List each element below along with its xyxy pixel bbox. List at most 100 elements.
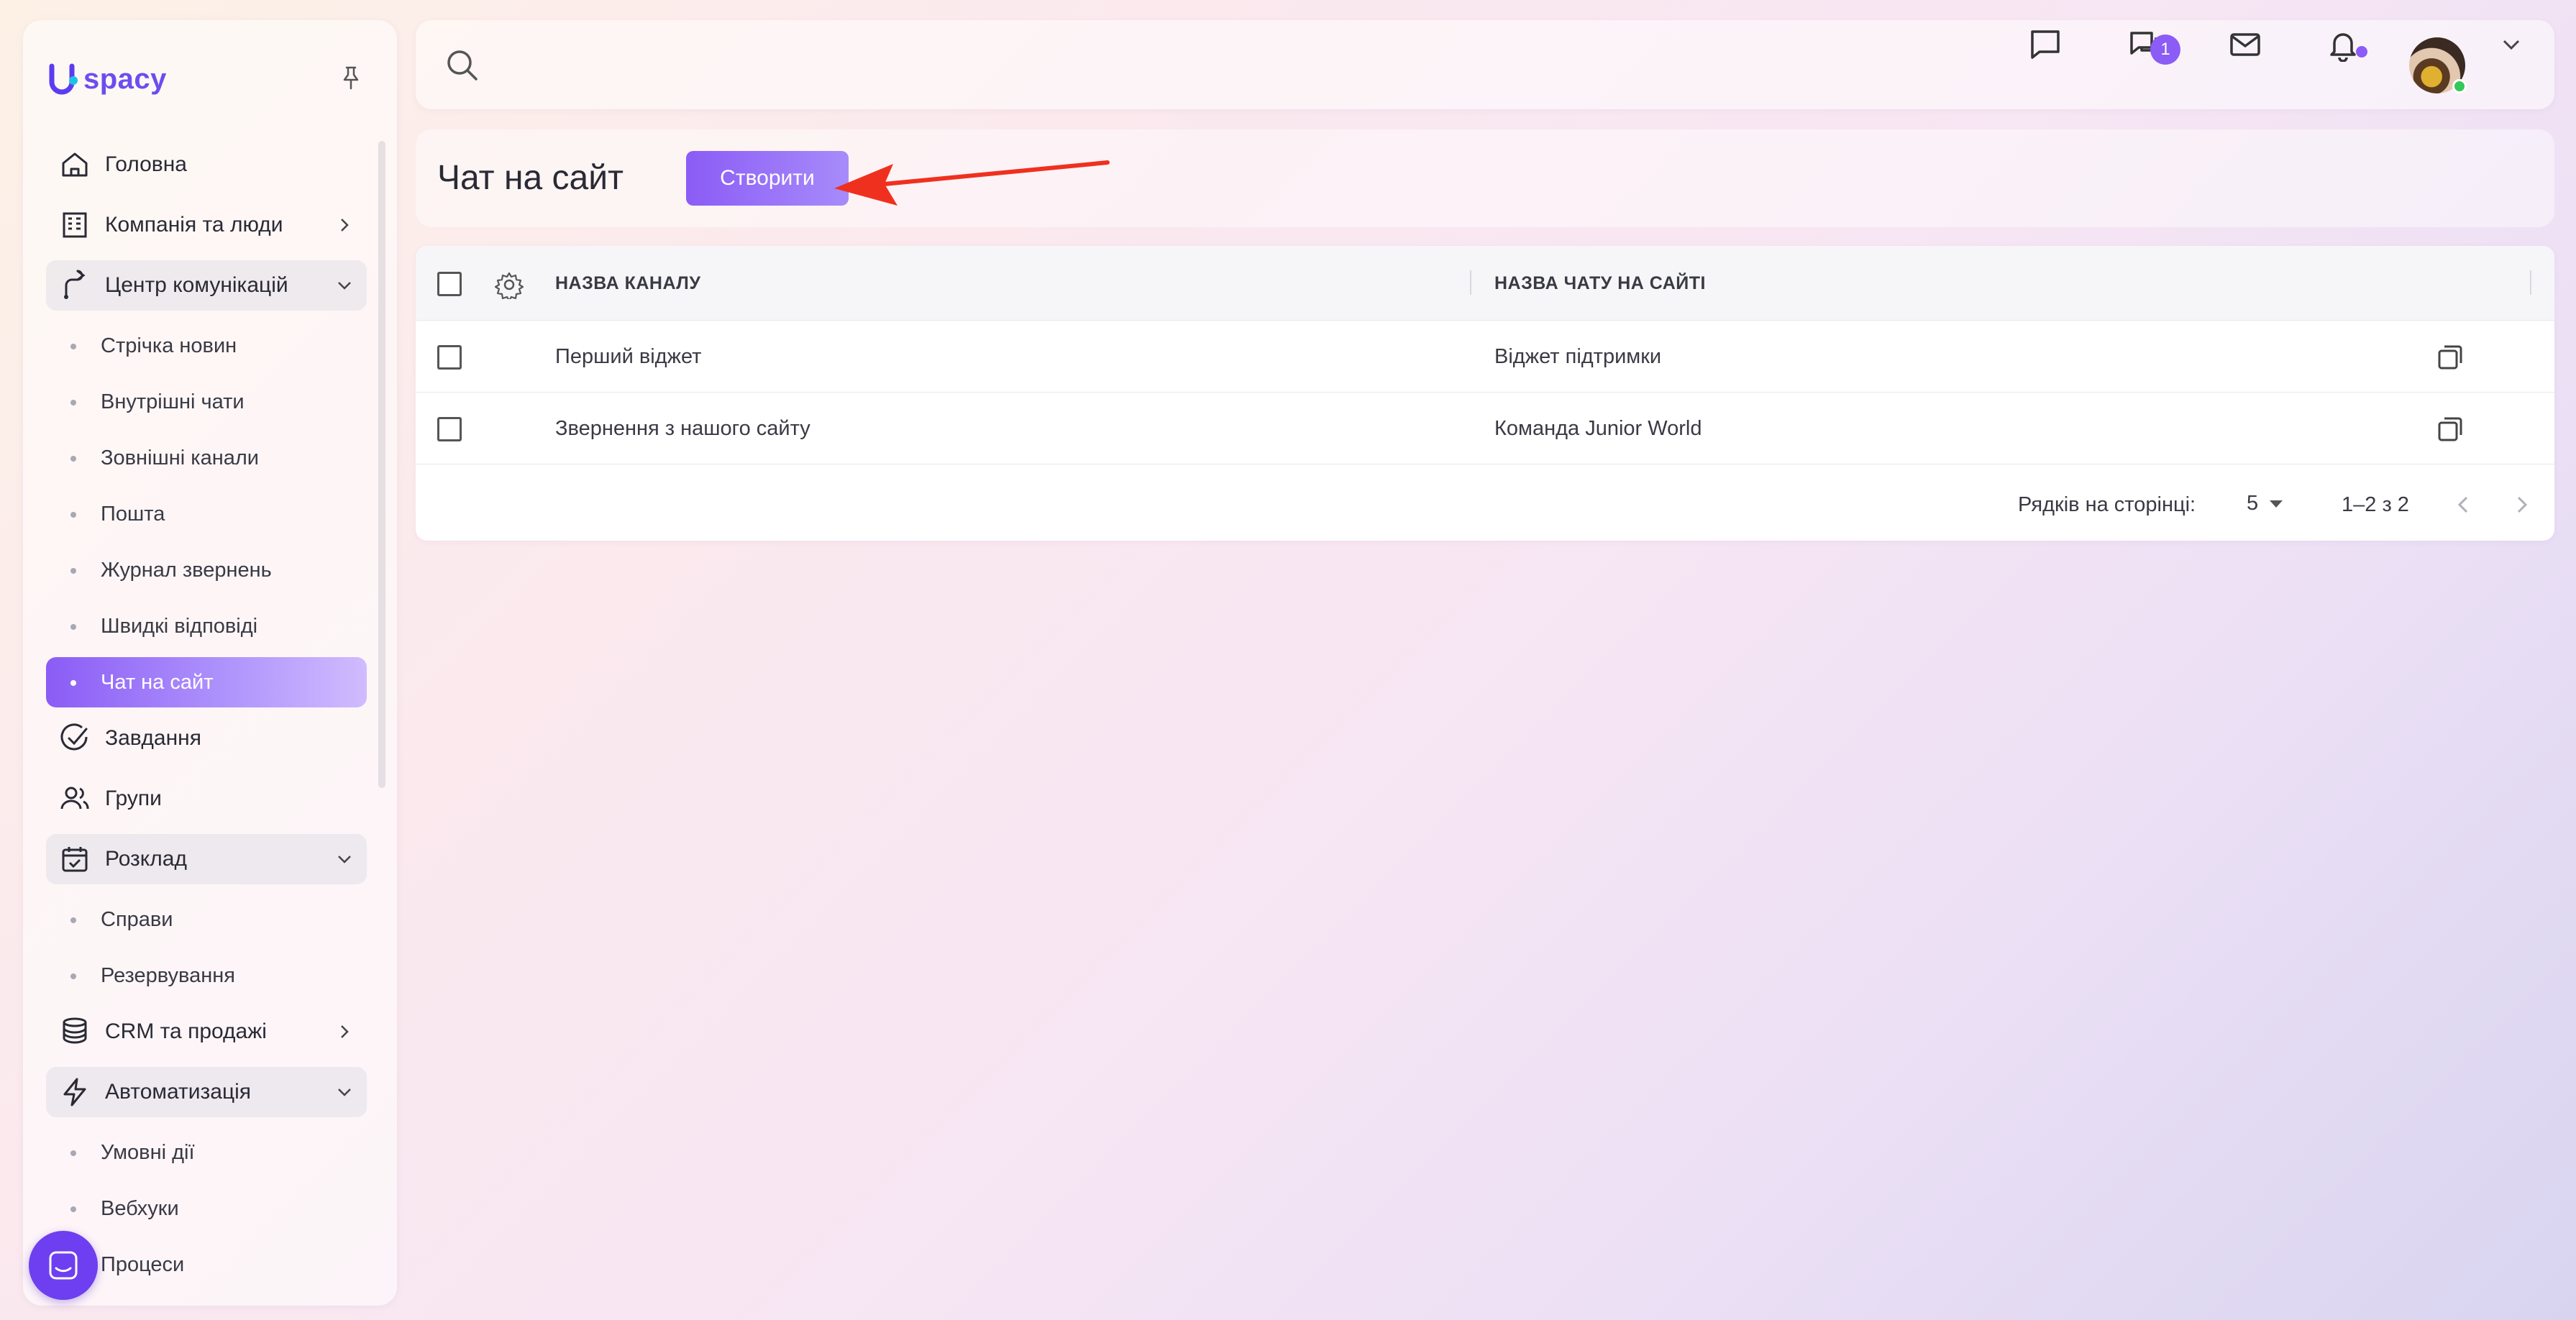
chevron-down-icon[interactable] bbox=[2493, 26, 2530, 63]
sidebar-item-label: Вебхуки bbox=[101, 1196, 179, 1220]
page-header: Чат на сайт Створити bbox=[416, 129, 2554, 227]
logo[interactable]: spacy bbox=[46, 62, 167, 96]
page-title: Чат на сайт bbox=[437, 159, 624, 197]
sidebar-item-label: Журнал звернень bbox=[101, 558, 272, 582]
copy-icon[interactable] bbox=[2435, 342, 2465, 372]
sidebar-nav: Головна Компанія та люди Центр комунікац… bbox=[46, 139, 367, 1296]
chevron-down-icon bbox=[338, 856, 351, 863]
bell-icon[interactable] bbox=[2324, 26, 2362, 63]
pin-icon[interactable] bbox=[337, 63, 365, 92]
logo-icon bbox=[49, 63, 78, 95]
sidebar-item-external-channels[interactable]: Зовнішні канали bbox=[46, 433, 367, 483]
sidebar-item-automation[interactable]: Автоматизація bbox=[46, 1067, 367, 1117]
column-header-channel-name[interactable]: НАЗВА КАНАЛУ bbox=[555, 273, 700, 294]
search-input[interactable] bbox=[495, 42, 1574, 88]
sidebar: spacy Головна Компанія та люди Центр ком… bbox=[23, 20, 397, 1306]
sidebar-item-request-log[interactable]: Журнал звернень bbox=[46, 545, 367, 595]
sidebar-item-label: Чат на сайт bbox=[101, 670, 214, 694]
sidebar-item-label: Внутрішні чати bbox=[101, 390, 245, 413]
chat-icon[interactable] bbox=[2027, 26, 2064, 63]
lightning-icon bbox=[59, 1076, 91, 1108]
sidebar-item-quick-replies[interactable]: Швидкі відповіді bbox=[46, 601, 367, 651]
sidebar-item-mail[interactable]: Пошта bbox=[46, 489, 367, 539]
support-chat-button[interactable] bbox=[29, 1231, 98, 1300]
calendar-check-icon bbox=[59, 843, 91, 875]
rows-per-page-select[interactable]: 5 bbox=[2247, 492, 2284, 515]
sidebar-item-company[interactable]: Компанія та люди bbox=[46, 200, 367, 250]
sidebar-item-label: Розклад bbox=[105, 847, 187, 871]
sidebar-item-label: Головна bbox=[105, 152, 187, 176]
sidebar-item-webhooks[interactable]: Вебхуки bbox=[46, 1183, 367, 1234]
route-icon bbox=[59, 270, 91, 301]
table-row[interactable]: Перший віджет Віджет підтримки bbox=[416, 321, 2554, 393]
sidebar-item-label: Справи bbox=[101, 907, 173, 931]
sidebar-item-label: Резервування bbox=[101, 963, 235, 987]
sidebar-item-label: Умовні дії bbox=[101, 1140, 195, 1164]
sidebar-item-tasks[interactable]: Завдання bbox=[46, 713, 367, 764]
home-icon bbox=[59, 149, 91, 180]
mail-icon[interactable] bbox=[2226, 26, 2264, 63]
app-root: spacy Головна Компанія та люди Центр ком… bbox=[0, 0, 2576, 1320]
row-checkbox[interactable] bbox=[437, 345, 462, 370]
sidebar-item-communications[interactable]: Центр комунікацій bbox=[46, 260, 367, 311]
sidebar-item-home[interactable]: Головна bbox=[46, 139, 367, 190]
channel-name-cell: Перший віджет bbox=[555, 345, 702, 368]
sidebar-item-internal-chats[interactable]: Внутрішні чати bbox=[46, 377, 367, 427]
logo-text: spacy bbox=[83, 63, 167, 95]
sidebar-item-label: Автоматизація bbox=[105, 1080, 252, 1104]
sidebar-item-deals[interactable]: Справи bbox=[46, 894, 367, 945]
gear-icon[interactable] bbox=[495, 270, 524, 299]
table-pagination: Рядків на сторінці: 5 1–2 з 2 bbox=[416, 466, 2554, 541]
rows-per-page-label: Рядків на сторінці: bbox=[2018, 493, 2196, 516]
chevron-right-icon bbox=[341, 219, 349, 232]
copy-icon[interactable] bbox=[2435, 414, 2465, 444]
sidebar-item-label: Завдання bbox=[105, 726, 201, 750]
row-checkbox[interactable] bbox=[437, 417, 462, 441]
annotation-arrow bbox=[834, 160, 1110, 206]
sidebar-item-label: Центр комунікацій bbox=[105, 273, 288, 297]
chevron-down-icon bbox=[338, 1088, 351, 1096]
pagination-range: 1–2 з 2 bbox=[2342, 493, 2409, 516]
sidebar-item-booking[interactable]: Резервування bbox=[46, 950, 367, 1001]
table-row[interactable]: Звернення з нашого сайту Команда Junior … bbox=[416, 393, 2554, 464]
select-all-checkbox[interactable] bbox=[437, 272, 462, 296]
sidebar-item-news-feed[interactable]: Стрічка новин bbox=[46, 321, 367, 371]
sidebar-item-label: Групи bbox=[105, 787, 162, 810]
channels-table: НАЗВА КАНАЛУ НАЗВА ЧАТУ НА САЙТІ Перший … bbox=[416, 246, 2554, 541]
sidebar-scrollbar[interactable] bbox=[378, 141, 385, 788]
caret-down-icon bbox=[2270, 500, 2283, 508]
sidebar-item-crm[interactable]: CRM та продажі bbox=[46, 1007, 367, 1057]
chat-name-cell: Віджет підтримки bbox=[1494, 345, 1662, 368]
chat-widget-icon bbox=[49, 1251, 78, 1280]
building-icon bbox=[59, 209, 91, 241]
sidebar-item-label: CRM та продажі bbox=[105, 1019, 267, 1043]
sidebar-item-schedule[interactable]: Розклад bbox=[46, 834, 367, 884]
create-button[interactable]: Створити bbox=[686, 151, 849, 206]
chevron-down-icon bbox=[338, 282, 351, 290]
online-status-indicator bbox=[2452, 79, 2467, 93]
sidebar-item-site-chat[interactable]: Чат на сайт bbox=[46, 657, 367, 707]
messages-badge: 1 bbox=[2150, 35, 2180, 65]
search-icon[interactable] bbox=[444, 47, 480, 83]
sidebar-item-conditional-actions[interactable]: Умовні дії bbox=[46, 1127, 367, 1178]
column-header-chat-name[interactable]: НАЗВА ЧАТУ НА САЙТІ bbox=[1494, 273, 1706, 294]
coins-icon bbox=[59, 1016, 91, 1048]
sidebar-item-label: Стрічка новин bbox=[101, 334, 237, 357]
notification-dot bbox=[2356, 46, 2367, 58]
sidebar-item-label: Процеси bbox=[101, 1252, 185, 1276]
sidebar-item-label: Пошта bbox=[101, 502, 165, 526]
check-circle-icon bbox=[59, 723, 91, 754]
users-icon bbox=[59, 783, 91, 815]
table-header: НАЗВА КАНАЛУ НАЗВА ЧАТУ НА САЙТІ bbox=[416, 246, 2554, 321]
channel-name-cell: Звернення з нашого сайту bbox=[555, 417, 810, 440]
chat-name-cell: Команда Junior World bbox=[1494, 417, 1702, 440]
sidebar-item-label: Швидкі відповіді bbox=[101, 614, 258, 638]
sidebar-item-groups[interactable]: Групи bbox=[46, 774, 367, 824]
chevron-right-icon bbox=[341, 1025, 349, 1038]
column-resize-handle[interactable] bbox=[2530, 270, 2531, 295]
sidebar-item-label: Компанія та люди bbox=[105, 213, 283, 237]
rows-per-page-value: 5 bbox=[2247, 492, 2259, 515]
column-resize-handle[interactable] bbox=[1470, 270, 1471, 295]
prev-page-icon[interactable] bbox=[2449, 490, 2478, 519]
next-page-icon[interactable] bbox=[2507, 490, 2536, 519]
